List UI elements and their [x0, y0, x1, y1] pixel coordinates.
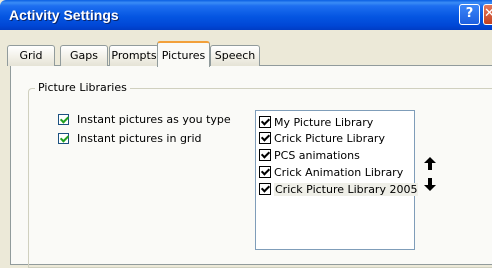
- arrow-up-icon: [424, 157, 436, 170]
- close-icon: ✕: [484, 6, 492, 21]
- library-checkbox[interactable]: [259, 149, 271, 161]
- window-title: Activity Settings: [9, 7, 119, 23]
- library-label: My Picture Library: [274, 115, 374, 129]
- picture-library-list[interactable]: My Picture Library Crick Picture Library…: [255, 110, 419, 250]
- library-checkbox[interactable]: [259, 116, 271, 128]
- library-checkbox[interactable]: [259, 166, 271, 178]
- help-icon: ?: [465, 6, 474, 21]
- title-bar[interactable]: Activity Settings ? ✕: [0, 0, 492, 30]
- library-checkbox[interactable]: [259, 132, 271, 144]
- tab-pictures[interactable]: Pictures: [157, 41, 210, 67]
- checkbox-box[interactable]: [58, 113, 69, 125]
- group-title: Picture Libraries: [35, 81, 130, 94]
- tab-label: Pictures: [161, 49, 206, 62]
- checkbox-box[interactable]: [58, 132, 69, 144]
- move-down-button[interactable]: [424, 178, 436, 191]
- tab-prompts[interactable]: Prompts: [109, 45, 159, 66]
- library-label: Crick Picture Library: [274, 131, 385, 145]
- arrow-down-icon: [424, 178, 436, 191]
- tab-grid[interactable]: Grid: [7, 45, 55, 66]
- checkbox-label: Instant pictures in grid: [77, 131, 202, 145]
- library-label: Crick Picture Library 2005: [274, 182, 419, 196]
- library-label: Crick Animation Library: [274, 165, 404, 179]
- tab-label: Gaps: [70, 49, 98, 62]
- library-checkbox[interactable]: [259, 183, 271, 195]
- list-item[interactable]: Crick Picture Library 2005: [259, 181, 419, 197]
- tab-label: Prompts: [111, 49, 157, 62]
- list-item[interactable]: Crick Animation Library: [259, 164, 403, 180]
- instant-pictures-grid-checkbox[interactable]: Instant pictures in grid: [58, 131, 202, 145]
- tab-label: Grid: [19, 49, 43, 62]
- tab-gaps[interactable]: Gaps: [60, 45, 108, 66]
- instant-pictures-type-checkbox[interactable]: Instant pictures as you type: [58, 112, 231, 126]
- list-item[interactable]: Crick Picture Library: [259, 130, 385, 146]
- tab-speech[interactable]: Speech: [210, 45, 260, 66]
- help-button[interactable]: ?: [459, 4, 480, 25]
- library-label: PCS animations: [274, 148, 360, 162]
- tab-label: Speech: [214, 49, 256, 62]
- checkbox-label: Instant pictures as you type: [77, 112, 231, 126]
- close-button[interactable]: ✕: [483, 4, 492, 25]
- move-up-button[interactable]: [424, 157, 436, 170]
- list-item[interactable]: My Picture Library: [259, 114, 373, 130]
- list-item[interactable]: PCS animations: [259, 147, 360, 163]
